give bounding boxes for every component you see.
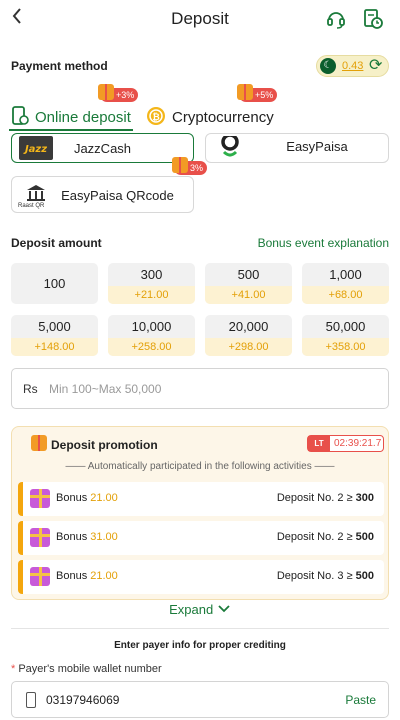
expand-label: Expand: [169, 602, 214, 617]
active-tab-indicator: [9, 129, 133, 131]
gift-box-icon: [30, 567, 50, 586]
method-label: JazzCash: [73, 141, 132, 156]
mobile-phone-icon: [26, 692, 36, 708]
gift-icon: [237, 84, 253, 100]
divider: [11, 628, 389, 629]
countdown-timer: LT 02:39:21.7: [307, 435, 384, 452]
balance-value: 0.43: [342, 60, 364, 72]
wallet-number-value: 03197946069: [46, 693, 120, 707]
promotion-condition: Deposit No. 2 ≥ 500: [276, 531, 374, 543]
amount-option[interactable]: 5,000 +148.00: [11, 315, 98, 356]
bonus-event-explanation-link[interactable]: Bonus event explanation: [258, 236, 389, 250]
amount-placeholder: Min 100~Max 50,000: [49, 382, 162, 396]
timer-tag: LT: [308, 436, 330, 451]
promotion-condition: Deposit No. 3 ≥ 500: [276, 570, 374, 582]
payer-info-title: Enter payer info for proper crediting: [114, 640, 286, 651]
promotion-bonus: Bonus 31.00: [56, 531, 118, 543]
payment-method-label: Payment method: [11, 59, 108, 73]
amount-value: 500: [237, 267, 260, 282]
amount-bonus: +258.00: [108, 338, 195, 356]
method-label: EasyPaisa QRcode: [61, 188, 174, 203]
wallet-number-field[interactable]: 03197946069 Paste: [11, 681, 389, 718]
amount-value: 100: [43, 276, 66, 291]
refresh-icon[interactable]: ⟳: [369, 57, 382, 75]
phone-icon: [11, 106, 29, 130]
method-easypaisa[interactable]: EasyPaisa: [205, 133, 389, 163]
amount-option[interactable]: 50,000 +358.00: [302, 315, 389, 356]
amount-value: 300: [140, 267, 163, 282]
gift-box-icon: [30, 528, 50, 547]
promotion-row: Bonus 31.00 Deposit No. 2 ≥ 500: [18, 521, 384, 555]
amount-bonus: +358.00: [302, 338, 389, 356]
chevron-down-icon: [217, 602, 231, 617]
gift-icon: [172, 157, 188, 173]
promotion-bonus: Bonus 21.00: [56, 492, 118, 504]
row-accent-bar: [18, 521, 23, 555]
tab-label: Cryptocurrency: [172, 108, 274, 126]
row-accent-bar: [18, 560, 23, 594]
amount-option[interactable]: 500 +41.00: [205, 263, 292, 304]
gift-box-icon: [30, 489, 50, 508]
amount-value: 1,000: [329, 267, 362, 282]
amount-value: 20,000: [228, 319, 269, 334]
amount-option[interactable]: 100: [11, 263, 98, 304]
amount-option[interactable]: 10,000 +258.00: [108, 315, 195, 356]
svg-text:₿: ₿: [152, 112, 159, 123]
paste-button[interactable]: Paste: [345, 693, 376, 707]
method-jazzcash[interactable]: Jazz JazzCash: [11, 133, 194, 163]
amount-option[interactable]: 20,000 +298.00: [205, 315, 292, 356]
promotion-subtitle: —— Automatically participated in the fol…: [65, 461, 335, 472]
amount-value: 5,000: [38, 319, 71, 334]
promotion-title: Deposit promotion: [51, 438, 158, 452]
bonus-badge: +3%: [98, 84, 139, 102]
coin-icon: ₿: [146, 106, 166, 130]
amount-option[interactable]: 300 +21.00: [108, 263, 195, 304]
method-easypaisa-qrcode[interactable]: Raast QR EasyPaisa QRcode: [11, 176, 194, 213]
currency-label: Rs: [23, 382, 38, 396]
amount-value: 10,000: [131, 319, 172, 334]
tab-online-deposit[interactable]: Online deposit: [11, 106, 131, 130]
bonus-badge: 3%: [172, 157, 208, 175]
expand-button[interactable]: Expand: [0, 602, 400, 617]
pakistan-flag-icon: ☾: [320, 58, 336, 74]
headset-icon[interactable]: [325, 8, 347, 30]
deposit-promotion-card: Deposit promotion LT 02:39:21.7 —— Autom…: [11, 426, 389, 600]
row-accent-bar: [18, 482, 23, 516]
amount-bonus: +41.00: [205, 286, 292, 304]
method-label: EasyPaisa: [286, 139, 348, 154]
amount-bonus: +21.00: [108, 286, 195, 304]
wallet-number-label: * Payer's mobile wallet number: [11, 663, 162, 675]
document-clock-icon[interactable]: [362, 8, 384, 30]
promotion-condition: Deposit No. 2 ≥ 300: [276, 492, 374, 504]
amount-option[interactable]: 1,000 +68.00: [302, 263, 389, 304]
header: Deposit: [0, 0, 400, 38]
gift-icon: [98, 84, 114, 100]
amount-bonus: +148.00: [11, 338, 98, 356]
amount-value: 50,000: [325, 319, 366, 334]
raast-qr-logo-text: Raast QR: [18, 203, 45, 209]
promotion-row: Bonus 21.00 Deposit No. 2 ≥ 300: [18, 482, 384, 516]
bonus-badge: +5%: [237, 84, 278, 102]
amount-bonus: +68.00: [302, 286, 389, 304]
deposit-amount-input[interactable]: Rs Min 100~Max 50,000: [11, 368, 389, 409]
tab-cryptocurrency[interactable]: ₿ Cryptocurrency: [146, 106, 274, 130]
promotion-bonus: Bonus 21.00: [56, 570, 118, 582]
deposit-amount-label: Deposit amount: [11, 236, 102, 250]
amount-bonus: +298.00: [205, 338, 292, 356]
balance-pill[interactable]: ☾ 0.43 ⟳: [316, 55, 389, 77]
gift-icon: [31, 435, 47, 451]
timer-value: 02:39:21.7: [334, 438, 382, 449]
tab-label: Online deposit: [35, 108, 131, 126]
promotion-row: Bonus 21.00 Deposit No. 3 ≥ 500: [18, 560, 384, 594]
